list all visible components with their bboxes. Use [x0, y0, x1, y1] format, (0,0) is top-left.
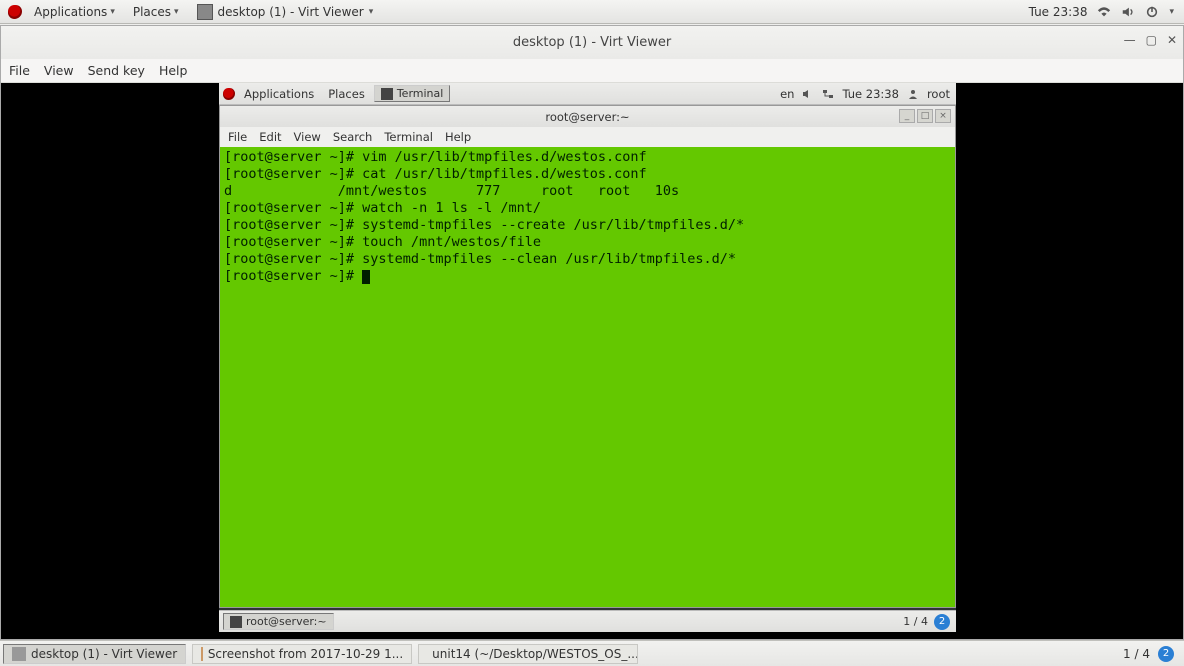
term-menu-file[interactable]: File — [228, 130, 247, 144]
guest-bottom-task[interactable]: root@server:~ — [223, 613, 334, 630]
taskbar-item[interactable]: Screenshot from 2017-10-29 1... — [192, 644, 412, 664]
guest-bottom-task-label: root@server:~ — [246, 615, 327, 628]
places-label: Places — [133, 5, 171, 19]
maximize-icon[interactable]: □ — [917, 109, 933, 123]
virt-viewer-icon — [197, 4, 213, 20]
taskbar-item[interactable]: desktop (1) - Virt Viewer — [3, 644, 186, 664]
terminal-line: [root@server ~]# watch -n 1 ls -l /mnt/ — [224, 200, 951, 217]
volume-icon[interactable] — [1121, 5, 1135, 19]
network-icon[interactable] — [822, 88, 834, 100]
term-menu-edit[interactable]: Edit — [259, 130, 281, 144]
terminal-line: [root@server ~]# — [224, 268, 951, 285]
caret-down-icon: ▾ — [174, 7, 179, 17]
power-icon[interactable] — [1145, 5, 1159, 19]
guest-places-label: Places — [328, 87, 365, 101]
workspace-badge[interactable]: 2 — [934, 614, 950, 630]
term-menu-help[interactable]: Help — [445, 130, 471, 144]
virt-viewer-window: desktop (1) - Virt Viewer — ▢ ✕ File Vie… — [0, 25, 1184, 640]
virt-viewer-titlebar[interactable]: desktop (1) - Virt Viewer — ▢ ✕ — [1, 26, 1183, 59]
applications-menu[interactable]: Applications ▾ — [28, 3, 121, 21]
terminal-line: [root@server ~]# systemd-tmpfiles --crea… — [224, 217, 951, 234]
terminal-window: root@server:~ _ □ × File Edit View Searc… — [219, 105, 956, 608]
guest-task-label: Terminal — [397, 87, 444, 100]
host-bottombar: desktop (1) - Virt Viewer Screenshot fro… — [0, 640, 1184, 666]
virt-viewer-title: desktop (1) - Virt Viewer — [513, 35, 671, 50]
terminal-line: [root@server ~]# vim /usr/lib/tmpfiles.d… — [224, 149, 951, 166]
taskbar-item[interactable]: unit14 (~/Desktop/WESTOS_OS_... — [418, 644, 638, 664]
applications-label: Applications — [34, 5, 107, 19]
terminal-icon — [230, 616, 242, 628]
menu-file[interactable]: File — [9, 63, 30, 78]
guest-places-menu[interactable]: Places — [323, 85, 370, 103]
terminal-line: [root@server ~]# touch /mnt/westos/file — [224, 234, 951, 251]
guest-clock[interactable]: Tue 23:38 — [842, 87, 898, 101]
clock[interactable]: Tue 23:38 — [1029, 5, 1088, 19]
host-topbar: Applications ▾ Places ▾ desktop (1) - Vi… — [0, 0, 1184, 24]
caret-down-icon[interactable]: ▾ — [1169, 7, 1174, 17]
guest-desktop: Applications Places Terminal en Tue 23:3… — [219, 83, 956, 632]
guest-applications-label: Applications — [244, 87, 314, 101]
guest-display[interactable]: Applications Places Terminal en Tue 23:3… — [1, 83, 1183, 639]
close-icon[interactable]: ✕ — [1167, 33, 1177, 47]
taskbar-item-label: desktop (1) - Virt Viewer — [31, 647, 177, 661]
menu-view[interactable]: View — [44, 63, 74, 78]
terminal-icon — [381, 88, 393, 100]
menu-sendkey[interactable]: Send key — [88, 63, 145, 78]
virt-viewer-menubar: File View Send key Help — [1, 59, 1183, 83]
term-menu-terminal[interactable]: Terminal — [384, 130, 433, 144]
term-menu-search[interactable]: Search — [333, 130, 373, 144]
active-window-menu[interactable]: desktop (1) - Virt Viewer ▾ — [191, 2, 380, 22]
close-icon[interactable]: × — [935, 109, 951, 123]
maximize-icon[interactable]: ▢ — [1146, 33, 1157, 47]
terminal-menubar: File Edit View Search Terminal Help — [220, 127, 955, 147]
cursor — [362, 270, 370, 284]
term-menu-view[interactable]: View — [294, 130, 321, 144]
terminal-body[interactable]: [root@server ~]# vim /usr/lib/tmpfiles.d… — [220, 147, 955, 607]
guest-active-task[interactable]: Terminal — [374, 85, 451, 102]
taskbar-item-label: unit14 (~/Desktop/WESTOS_OS_... — [432, 647, 638, 661]
guest-applications-menu[interactable]: Applications — [239, 85, 319, 103]
caret-down-icon: ▾ — [110, 7, 115, 17]
terminal-titlebar[interactable]: root@server:~ _ □ × — [220, 106, 955, 127]
terminal-line: d /mnt/westos 777 root root 10s — [224, 183, 951, 200]
guest-bottombar: root@server:~ 1 / 4 2 — [219, 610, 956, 632]
volume-icon[interactable] — [802, 88, 814, 100]
guest-user[interactable]: root — [927, 87, 950, 101]
active-window-title: desktop (1) - Virt Viewer — [218, 5, 364, 19]
caret-down-icon: ▾ — [369, 7, 374, 17]
terminal-title: root@server:~ — [545, 110, 629, 124]
distro-icon — [8, 5, 22, 19]
distro-icon — [223, 88, 235, 100]
taskbar-item-label: Screenshot from 2017-10-29 1... — [208, 647, 403, 661]
terminal-line: [root@server ~]# systemd-tmpfiles --clea… — [224, 251, 951, 268]
terminal-line: [root@server ~]# cat /usr/lib/tmpfiles.d… — [224, 166, 951, 183]
minimize-icon[interactable]: _ — [899, 109, 915, 123]
guest-topbar: Applications Places Terminal en Tue 23:3… — [219, 83, 956, 105]
image-icon — [201, 647, 203, 661]
user-icon[interactable] — [907, 88, 919, 100]
wifi-icon[interactable] — [1097, 5, 1111, 19]
workspace-indicator[interactable]: 1 / 4 — [903, 615, 928, 628]
minimize-icon[interactable]: — — [1124, 33, 1136, 47]
virt-viewer-icon — [12, 647, 26, 661]
places-menu[interactable]: Places ▾ — [127, 3, 185, 21]
workspace-badge[interactable]: 2 — [1158, 646, 1174, 662]
input-lang[interactable]: en — [780, 87, 794, 101]
workspace-indicator[interactable]: 1 / 4 — [1123, 647, 1150, 661]
menu-help[interactable]: Help — [159, 63, 188, 78]
